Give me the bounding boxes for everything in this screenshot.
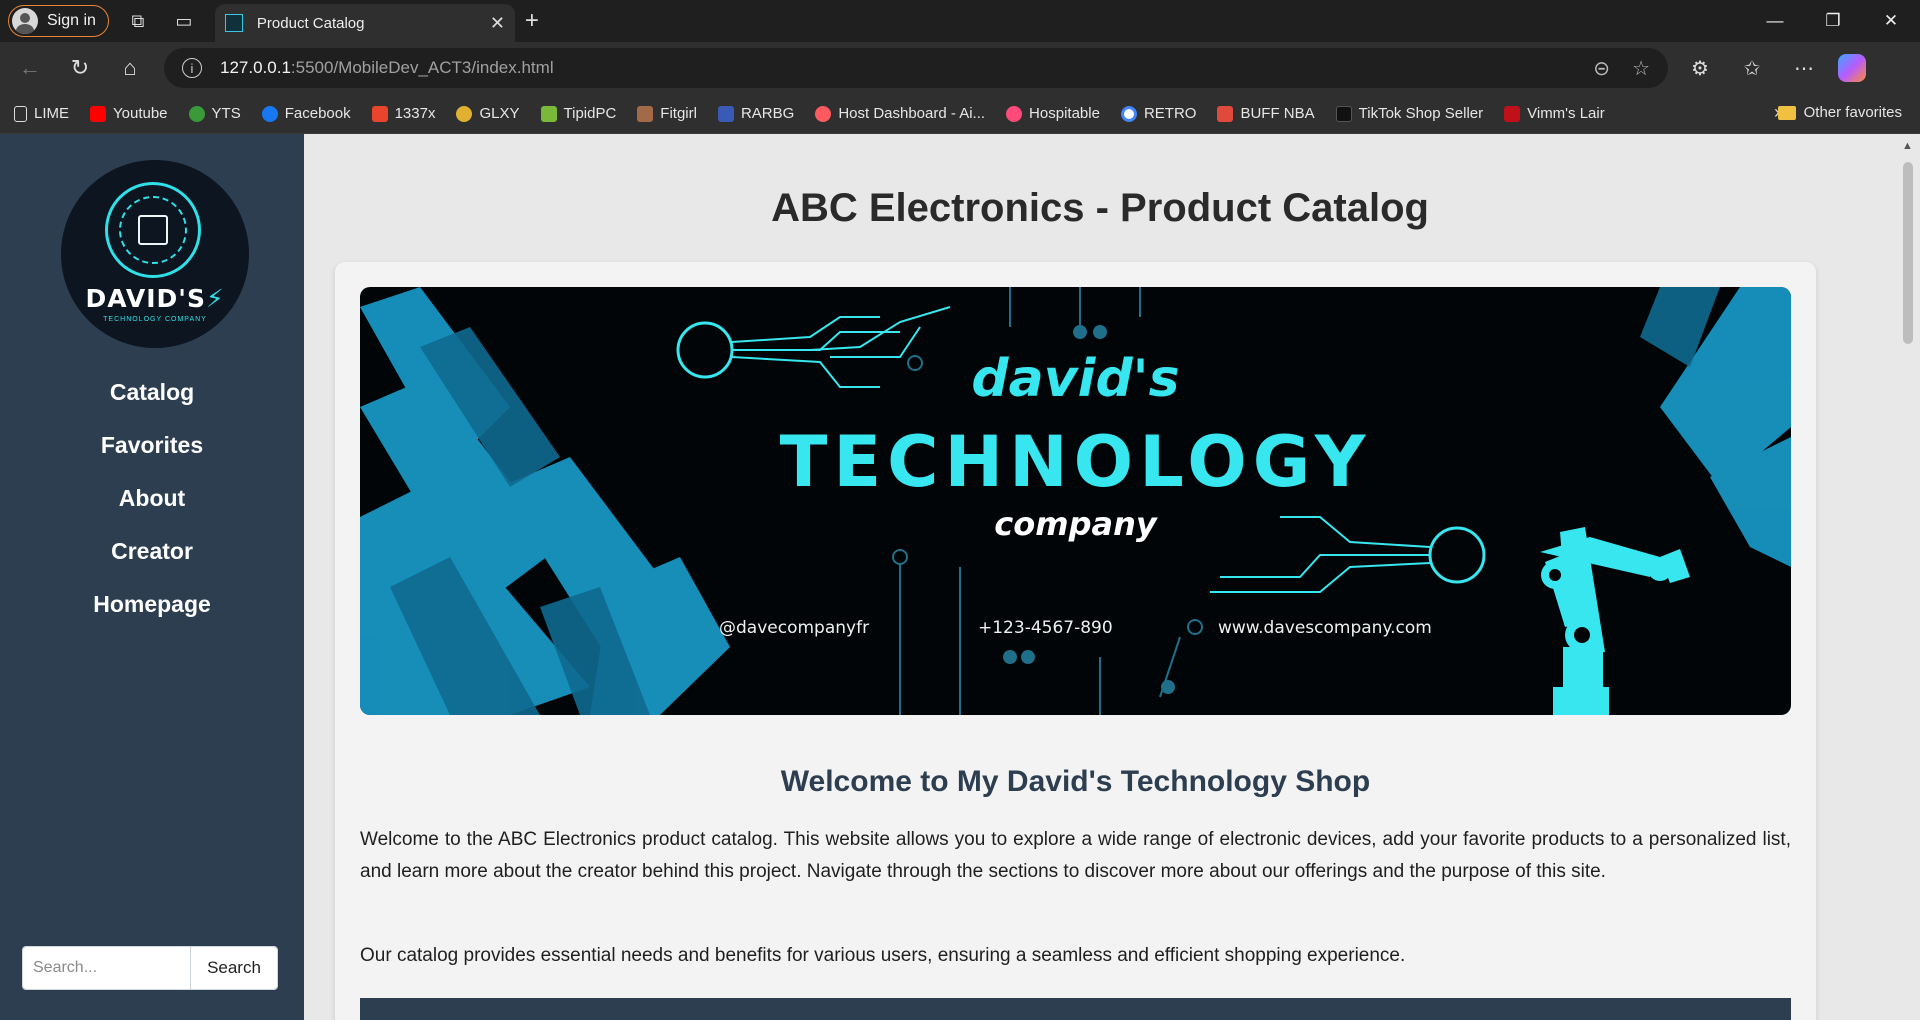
- site-info-icon[interactable]: i: [182, 58, 202, 78]
- nav-creator[interactable]: Creator: [0, 525, 304, 578]
- url-path: :5500/MobileDev_ACT3/index.html: [290, 58, 554, 77]
- content-card: david's TECHNOLOGY company @davecompanyf…: [335, 262, 1816, 1020]
- favorites-icon[interactable]: ✩: [1732, 48, 1772, 88]
- hospitable-icon: [1006, 105, 1023, 122]
- bookmark-item[interactable]: Facebook: [261, 105, 351, 122]
- google-icon: [1120, 105, 1137, 122]
- bookmark-item[interactable]: Youtube: [90, 105, 168, 122]
- bookmarks-bar: LIME Youtube YTS Facebook 1337x GLXY Tip…: [0, 94, 1920, 134]
- bookmark-item[interactable]: Vimm's Lair: [1504, 105, 1605, 122]
- url-host: 127.0.0.1: [220, 58, 291, 77]
- nav-homepage[interactable]: Homepage: [0, 578, 304, 631]
- nav-about[interactable]: About: [0, 472, 304, 525]
- tab-product-catalog[interactable]: Product Catalog ✕: [214, 4, 515, 42]
- bookmark-item[interactable]: RARBG: [717, 105, 794, 122]
- logo-subtitle: TECHNOLOGY COMPANY: [103, 316, 207, 323]
- site-logo: DAVID'S⚡ TECHNOLOGY COMPANY: [61, 160, 249, 348]
- bookmark-item[interactable]: RETRO: [1120, 105, 1196, 122]
- more-menu-icon[interactable]: ⋯: [1784, 48, 1824, 88]
- bookmark-item[interactable]: TipidPC: [540, 105, 616, 122]
- close-window-icon[interactable]: ✕: [1862, 0, 1920, 42]
- tab-favicon-icon: [224, 14, 243, 32]
- vimms-lair-icon: [1504, 105, 1521, 122]
- page-viewport: DAVID'S⚡ TECHNOLOGY COMPANY Catalog Favo…: [0, 134, 1920, 1020]
- sidebar-nav: Catalog Favorites About Creator Homepage: [0, 366, 304, 631]
- new-tab-button[interactable]: +: [525, 7, 539, 35]
- sidebar: DAVID'S⚡ TECHNOLOGY COMPANY Catalog Favo…: [0, 134, 304, 1020]
- bookmark-item[interactable]: 1337x: [371, 105, 435, 122]
- extensions-icon[interactable]: ⚙: [1680, 48, 1720, 88]
- workspaces-icon[interactable]: ⧉: [121, 4, 155, 38]
- scrollbar-thumb[interactable]: [1903, 162, 1913, 344]
- bookmark-item[interactable]: BUFF NBA: [1217, 105, 1315, 122]
- tab-actions-icon[interactable]: ▭: [167, 4, 201, 38]
- favorite-star-icon[interactable]: ☆: [1632, 56, 1650, 81]
- facebook-icon: [261, 105, 278, 122]
- refresh-icon[interactable]: ↻: [60, 48, 100, 88]
- section-bar: [360, 998, 1791, 1020]
- reader-options-icon[interactable]: ⊝: [1593, 56, 1610, 81]
- sign-in-button[interactable]: Sign in: [8, 5, 109, 37]
- address-toolbar: ← ↻ ⌂ i 127.0.0.1:5500/MobileDev_ACT3/in…: [0, 42, 1920, 94]
- welcome-heading: Welcome to My David's Technology Shop: [780, 765, 1371, 798]
- banner-line-davids: david's: [971, 349, 1180, 409]
- banner-phone: +123-4567-890: [978, 618, 1113, 638]
- page-title: ABC Electronics - Product Catalog: [771, 186, 1429, 230]
- bookmark-item[interactable]: YTS: [188, 105, 241, 122]
- glxy-icon: [456, 105, 473, 122]
- bookmark-item[interactable]: Host Dashboard - Ai...: [815, 105, 985, 122]
- page-icon: [14, 105, 27, 122]
- bookmark-item[interactable]: TikTok Shop Seller: [1335, 105, 1483, 122]
- banner-line-company: company: [994, 505, 1157, 543]
- profile-avatar-icon: [12, 8, 38, 34]
- youtube-icon: [90, 105, 107, 122]
- tiktok-icon: [1335, 105, 1352, 122]
- banner-website: www.davescompany.com: [1218, 618, 1432, 638]
- banner-handle: @davecompanyfr: [719, 618, 870, 638]
- bookmark-item[interactable]: Hospitable: [1006, 105, 1100, 122]
- search-button[interactable]: Search: [190, 947, 277, 989]
- bookmark-item[interactable]: LIME: [14, 105, 69, 122]
- company-banner: david's TECHNOLOGY company @davecompanyf…: [360, 287, 1791, 715]
- search-form: Search: [22, 946, 278, 990]
- yts-icon: [188, 105, 205, 122]
- sign-in-label: Sign in: [47, 12, 96, 29]
- banner-line-technology: TECHNOLOGY: [779, 421, 1372, 503]
- window-controls: — ❐ ✕: [1746, 0, 1920, 42]
- minimize-icon[interactable]: —: [1746, 0, 1804, 42]
- bookmark-item[interactable]: Fitgirl: [637, 105, 697, 122]
- fitgirl-icon: [637, 105, 654, 122]
- airbnb-icon: [815, 105, 832, 122]
- intro-paragraph: Welcome to the ABC Electronics product c…: [360, 829, 1791, 882]
- 1337x-icon: [371, 105, 388, 122]
- tab-title: Product Catalog: [256, 14, 365, 32]
- page-scrollbar[interactable]: ▲: [1896, 134, 1920, 1020]
- buff-nba-icon: [1217, 105, 1234, 122]
- bookmark-item[interactable]: GLXY: [456, 105, 520, 122]
- other-favorites-folder[interactable]: Other favorites: [1777, 104, 1902, 121]
- main-content: ABC Electronics - Product Catalog david'…: [304, 134, 1896, 1020]
- folder-icon: [1777, 105, 1796, 120]
- logo-brand: DAVID'S⚡: [85, 284, 225, 313]
- back-icon[interactable]: ←: [10, 48, 50, 88]
- home-icon[interactable]: ⌂: [110, 48, 150, 88]
- address-bar[interactable]: i 127.0.0.1:5500/MobileDev_ACT3/index.ht…: [164, 48, 1668, 88]
- scroll-up-icon[interactable]: ▲: [1902, 140, 1913, 152]
- catalog-paragraph: Our catalog provides essential needs and…: [360, 945, 1406, 966]
- restore-icon[interactable]: ❐: [1804, 0, 1862, 42]
- copilot-icon[interactable]: [1838, 54, 1866, 82]
- rarbg-icon: [717, 105, 734, 122]
- tipidpc-icon: [540, 105, 557, 122]
- search-input[interactable]: [23, 947, 190, 989]
- chip-icon: [138, 215, 168, 245]
- nav-favorites[interactable]: Favorites: [0, 419, 304, 472]
- tab-strip: Sign in ⧉ ▭ Product Catalog ✕ + — ❐ ✕: [0, 0, 1920, 42]
- close-tab-icon[interactable]: ✕: [490, 13, 505, 34]
- nav-catalog[interactable]: Catalog: [0, 366, 304, 419]
